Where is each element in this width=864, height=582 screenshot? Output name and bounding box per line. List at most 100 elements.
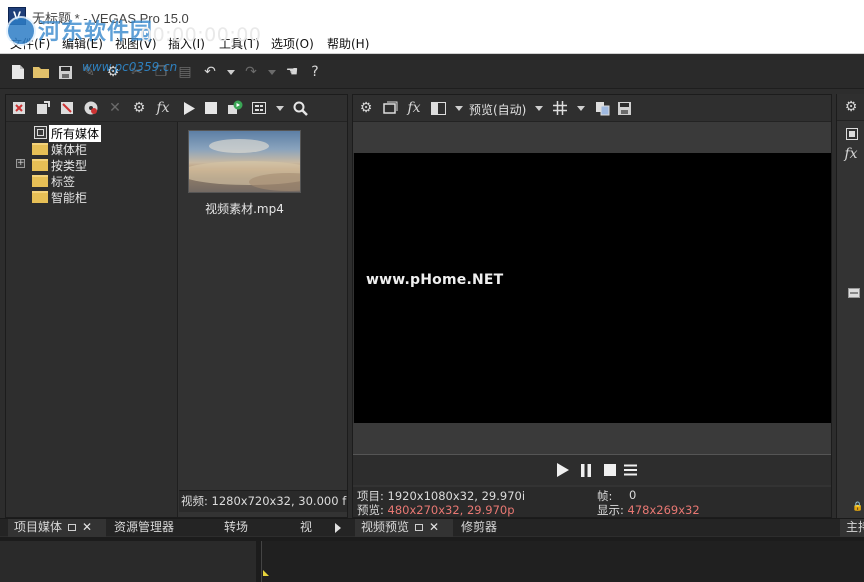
folder-icon xyxy=(32,143,48,155)
get-media-from-cd-icon[interactable] xyxy=(82,99,100,117)
video-overlay-text: www.pHome.NET xyxy=(366,272,504,288)
media-filename: 视频素材.mp4 xyxy=(205,202,284,216)
play-icon[interactable] xyxy=(180,99,198,117)
stop-icon[interactable] xyxy=(601,461,619,479)
import-media-icon[interactable] xyxy=(34,99,52,117)
split-screen-icon[interactable] xyxy=(429,99,447,117)
bus-fx-icon[interactable]: fx xyxy=(842,145,860,163)
folder-icon xyxy=(32,175,48,187)
tree-item-label: 按类型 xyxy=(51,159,88,173)
media-bin-tree: 所有媒体 媒体柜 + 按类型 标签 智能柜 xyxy=(6,122,178,517)
preview-info-label: 预览: xyxy=(357,503,388,517)
stop-icon[interactable] xyxy=(202,99,220,117)
tab-master-bus[interactable]: 主持 xyxy=(840,519,864,537)
tree-item-label: 媒体柜 xyxy=(51,143,88,157)
project-media-toolbar: ✕ ⚙ fx xyxy=(6,95,347,122)
undo-icon[interactable]: ↶ xyxy=(201,63,219,81)
preview-quality-dropdown[interactable]: 预览(自动) xyxy=(469,101,526,118)
fader-handle-icon[interactable] xyxy=(845,284,863,302)
save-icon[interactable] xyxy=(56,63,74,81)
views-icon[interactable] xyxy=(250,99,268,117)
new-file-icon[interactable] xyxy=(9,63,27,81)
expand-plus-icon[interactable]: + xyxy=(16,159,25,168)
auto-preview-icon[interactable] xyxy=(226,99,244,117)
whats-this-help-icon[interactable]: ? xyxy=(306,63,324,81)
tab-label: 视频预览 xyxy=(361,520,410,534)
tree-item-label: 所有媒体 xyxy=(49,125,102,142)
tree-item-label: 标签 xyxy=(51,175,76,189)
overlay-grid-icon[interactable] xyxy=(551,99,569,117)
menu-options[interactable]: 选项(O) xyxy=(271,35,314,52)
paste-icon[interactable]: ▤ xyxy=(176,63,194,81)
lock-icon: 🔒 xyxy=(852,502,864,512)
track-list-header xyxy=(0,541,256,582)
display-info-value: 478x269x32 xyxy=(627,503,700,517)
tab-label: 视 xyxy=(300,520,313,534)
master-bus-panel: ⚙ fx 🔒 xyxy=(836,94,864,518)
media-status-text: 视频: 1280x720x32, 30.000 fps xyxy=(179,490,347,512)
preview-transport-bar xyxy=(353,455,831,485)
pause-icon[interactable] xyxy=(577,461,595,479)
help-hand-icon[interactable]: ☚ xyxy=(283,63,301,81)
frame-info-value: 0 xyxy=(629,488,637,502)
watermark-badge-icon xyxy=(6,16,36,46)
open-folder-icon[interactable] xyxy=(32,63,50,81)
remove-media-icon[interactable] xyxy=(10,99,28,117)
views-chevron-down-icon[interactable] xyxy=(276,106,284,111)
play-icon[interactable] xyxy=(553,461,571,479)
menu-lines-icon[interactable] xyxy=(621,461,639,479)
video-preview-panel: ⚙ fx 预览(自动) www.pHome.NET 项目: 1920x1080x… xyxy=(352,94,832,518)
tab-explorer[interactable]: 资源管理器 xyxy=(108,519,180,537)
copy-snapshot-icon[interactable] xyxy=(593,99,611,117)
tab-transitions[interactable]: 转场 xyxy=(218,519,254,537)
undo-history-chevron-icon[interactable] xyxy=(227,70,235,75)
project-media-panel: ✕ ⚙ fx 所有媒体 媒体柜 + 按类型 标签 智能柜 视频素材.mp4 视频… xyxy=(5,94,348,518)
save-snapshot-icon[interactable] xyxy=(615,99,633,117)
timeline-area xyxy=(0,537,864,582)
tab-close-icon[interactable]: ✕ xyxy=(429,519,439,535)
preview-info-line: 预览: 480x270x32, 29.970p xyxy=(357,502,515,518)
tree-item-label: 智能柜 xyxy=(51,191,88,205)
tab-close-icon[interactable]: ✕ xyxy=(82,519,92,535)
preview-device-icon[interactable] xyxy=(381,99,399,117)
tab-trimmer[interactable]: 修剪器 xyxy=(455,519,503,537)
menu-help[interactable]: 帮助(H) xyxy=(327,35,369,52)
timecode-display[interactable]: 00:00:00;00 xyxy=(140,24,261,46)
docking-tab-row: 项目媒体 ✕ 资源管理器 转场 视 视频预览 ✕ 修剪器 主持 xyxy=(0,518,864,537)
media-thumbnail[interactable] xyxy=(188,130,301,193)
tab-scroll-right-icon[interactable] xyxy=(335,523,341,533)
project-properties-icon[interactable]: ⚙ xyxy=(357,99,375,117)
folder-icon xyxy=(32,159,48,171)
preview-info-value: 480x270x32, 29.970p xyxy=(387,503,515,517)
media-properties-icon[interactable]: ⚙ xyxy=(130,99,148,117)
preview-toolbar: ⚙ fx 预览(自动) xyxy=(353,95,831,122)
playhead-marker-icon[interactable] xyxy=(263,570,269,576)
video-preview-screen[interactable]: www.pHome.NET xyxy=(354,153,831,423)
preview-margin-bottom xyxy=(353,423,831,455)
tab-label: 主持 xyxy=(846,520,864,534)
bus-square-icon[interactable] xyxy=(843,125,861,143)
settings-icon[interactable]: ⚙ xyxy=(842,98,860,116)
video-output-fx-icon[interactable]: fx xyxy=(405,99,423,117)
redo-icon[interactable]: ↷ xyxy=(242,63,260,81)
timeline-ruler[interactable] xyxy=(261,541,864,582)
watermark-url: www.pc0359.cn xyxy=(82,60,178,74)
delete-icon[interactable]: ✕ xyxy=(106,99,124,117)
preview-info: 项目: 1920x1080x32, 29.970i 预览: 480x270x32… xyxy=(353,487,831,517)
tab-video-preview[interactable]: 视频预览 ✕ xyxy=(355,519,453,537)
tab-float-icon[interactable] xyxy=(415,524,424,531)
search-icon[interactable] xyxy=(291,99,309,117)
preview-quality-chevron-icon[interactable] xyxy=(535,106,543,111)
preview-margin-top xyxy=(353,122,831,153)
overlay-chevron-icon[interactable] xyxy=(577,106,585,111)
capture-video-icon[interactable] xyxy=(58,99,76,117)
master-bus-toolbar: ⚙ xyxy=(837,94,864,121)
display-info-label: 显示: xyxy=(597,503,628,517)
tab-float-icon[interactable] xyxy=(68,524,77,531)
media-fx-icon[interactable]: fx xyxy=(154,99,172,117)
tab-video-fx[interactable]: 视 xyxy=(294,519,318,537)
redo-history-chevron-icon[interactable] xyxy=(268,70,276,75)
split-screen-chevron-icon[interactable] xyxy=(455,106,463,111)
tab-label: 修剪器 xyxy=(461,520,498,534)
tab-project-media[interactable]: 项目媒体 ✕ xyxy=(8,519,106,537)
